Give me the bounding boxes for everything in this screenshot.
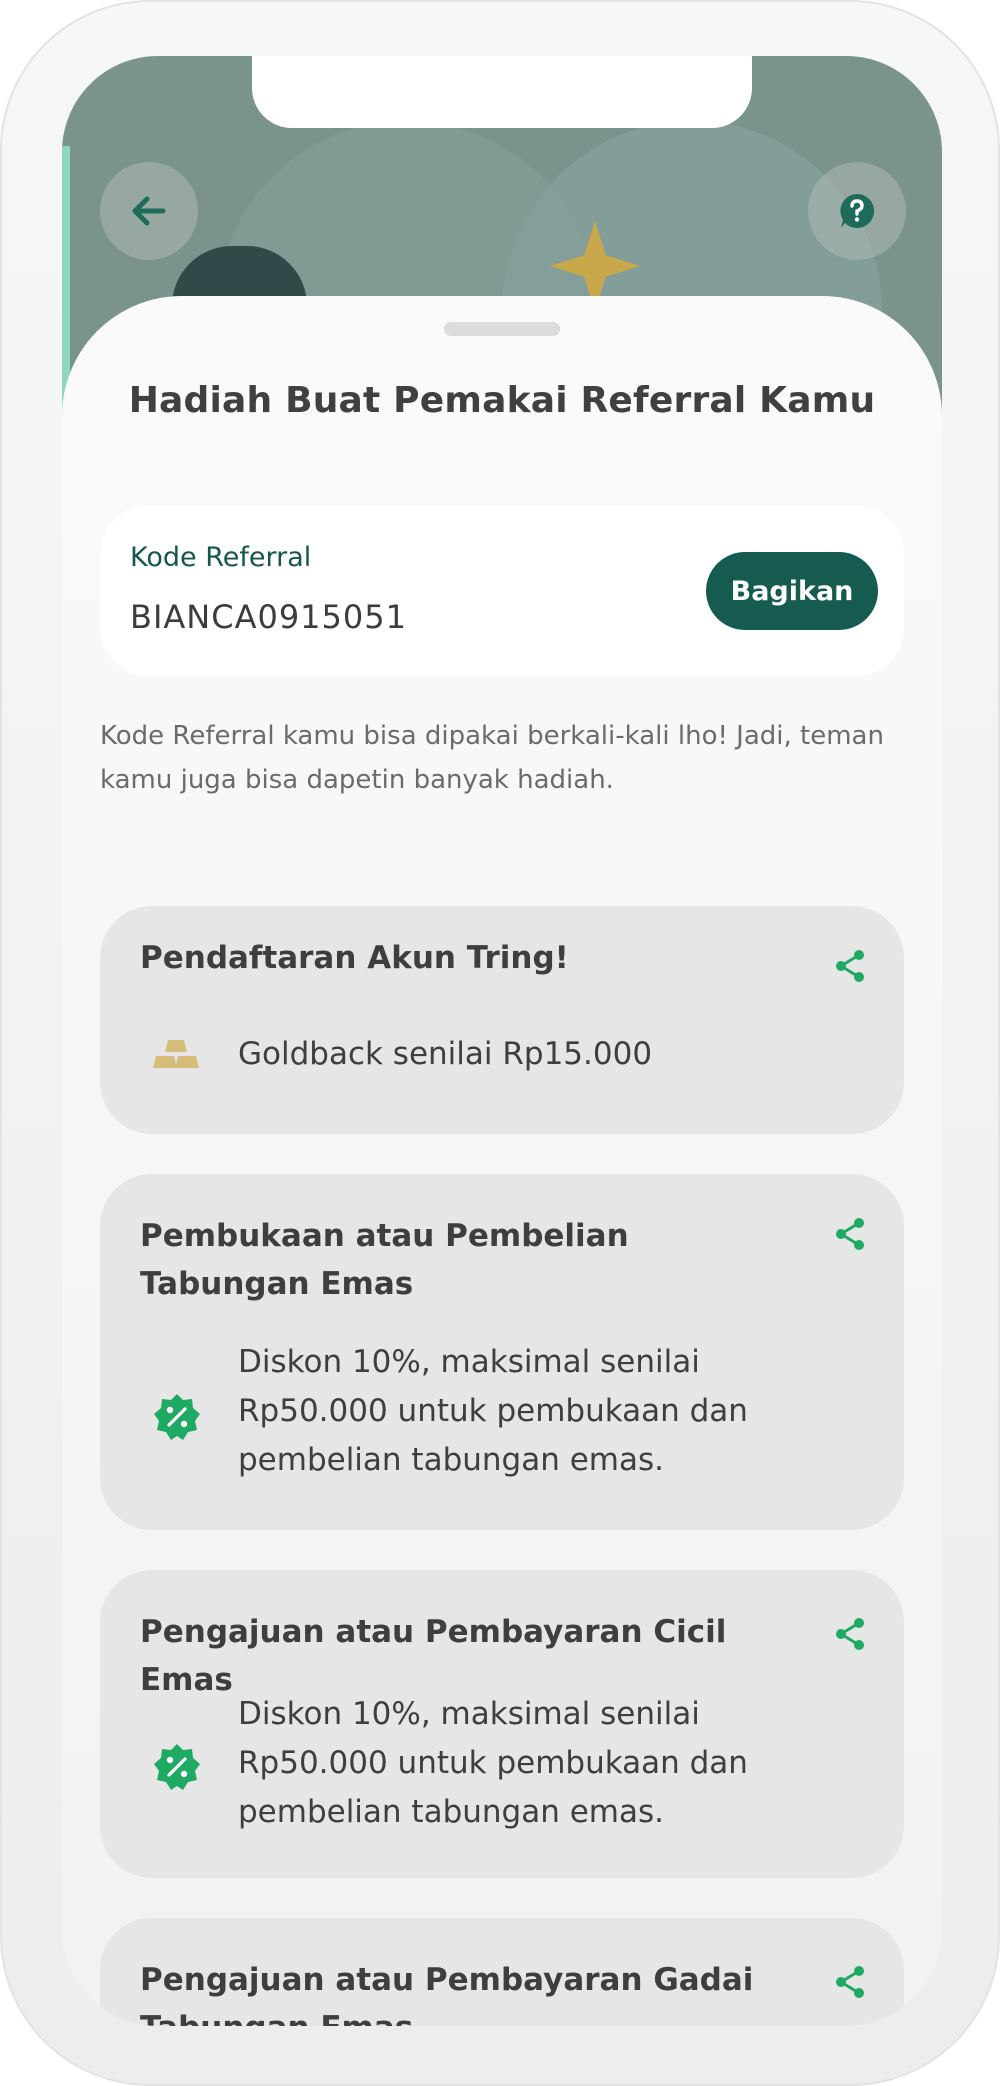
sheet-title: Hadiah Buat Pemakai Referral Kamu (128, 380, 876, 421)
reward-card[interactable]: Pendaftaran Akun Tring! Goldback senilai… (100, 906, 904, 1134)
app-screen: Hadiah Buat Pemakai Referral Kamu Kode R… (62, 56, 942, 2026)
question-chat-icon (840, 193, 875, 228)
back-button[interactable] (100, 162, 198, 260)
share-icon[interactable] (832, 1616, 868, 1652)
discount-badge-icon (154, 1744, 200, 1790)
reward-title: Pendaftaran Akun Tring! (140, 940, 569, 976)
share-referral-button[interactable]: Bagikan (706, 552, 878, 630)
reward-description: Diskon 10%, maksimal senilai Rp50.000 un… (238, 1696, 748, 1830)
gold-bars-icon (153, 1040, 199, 1068)
share-icon[interactable] (832, 1216, 868, 1252)
share-icon[interactable] (832, 1964, 868, 2000)
reward-card[interactable]: Pengajuan atau Pembayaran Cicil Emas Dis… (100, 1570, 904, 1878)
device-notch (252, 56, 752, 128)
discount-badge-icon (154, 1394, 200, 1440)
referral-code-card: Kode Referral BIANCA0915051 Bagikan (100, 506, 904, 676)
phone-frame: Hadiah Buat Pemakai Referral Kamu Kode R… (0, 0, 1000, 2086)
bottom-sheet: Hadiah Buat Pemakai Referral Kamu Kode R… (62, 296, 942, 2026)
help-button[interactable] (808, 162, 906, 260)
reward-card[interactable]: Pembukaan atau Pembelian Tabungan Emas D… (100, 1174, 904, 1530)
reward-title: Pengajuan atau Pembayaran Gadai Tabungan… (140, 1962, 754, 2026)
reward-description: Goldback senilai Rp15.000 (238, 1036, 653, 1072)
share-icon[interactable] (832, 948, 868, 984)
reward-title: Pembukaan atau Pembelian Tabungan Emas (140, 1218, 629, 1302)
referral-code-label: Kode Referral (130, 542, 312, 573)
arrow-left-icon (132, 196, 166, 226)
reward-card[interactable]: Pengajuan atau Pembayaran Gadai Tabungan… (100, 1918, 904, 2026)
referral-code-value: BIANCA0915051 (130, 598, 407, 636)
reward-description: Diskon 10%, maksimal senilai Rp50.000 un… (238, 1344, 748, 1478)
referral-description: Kode Referral kamu bisa dipakai berkali-… (100, 721, 884, 795)
sheet-drag-handle[interactable] (444, 322, 560, 336)
